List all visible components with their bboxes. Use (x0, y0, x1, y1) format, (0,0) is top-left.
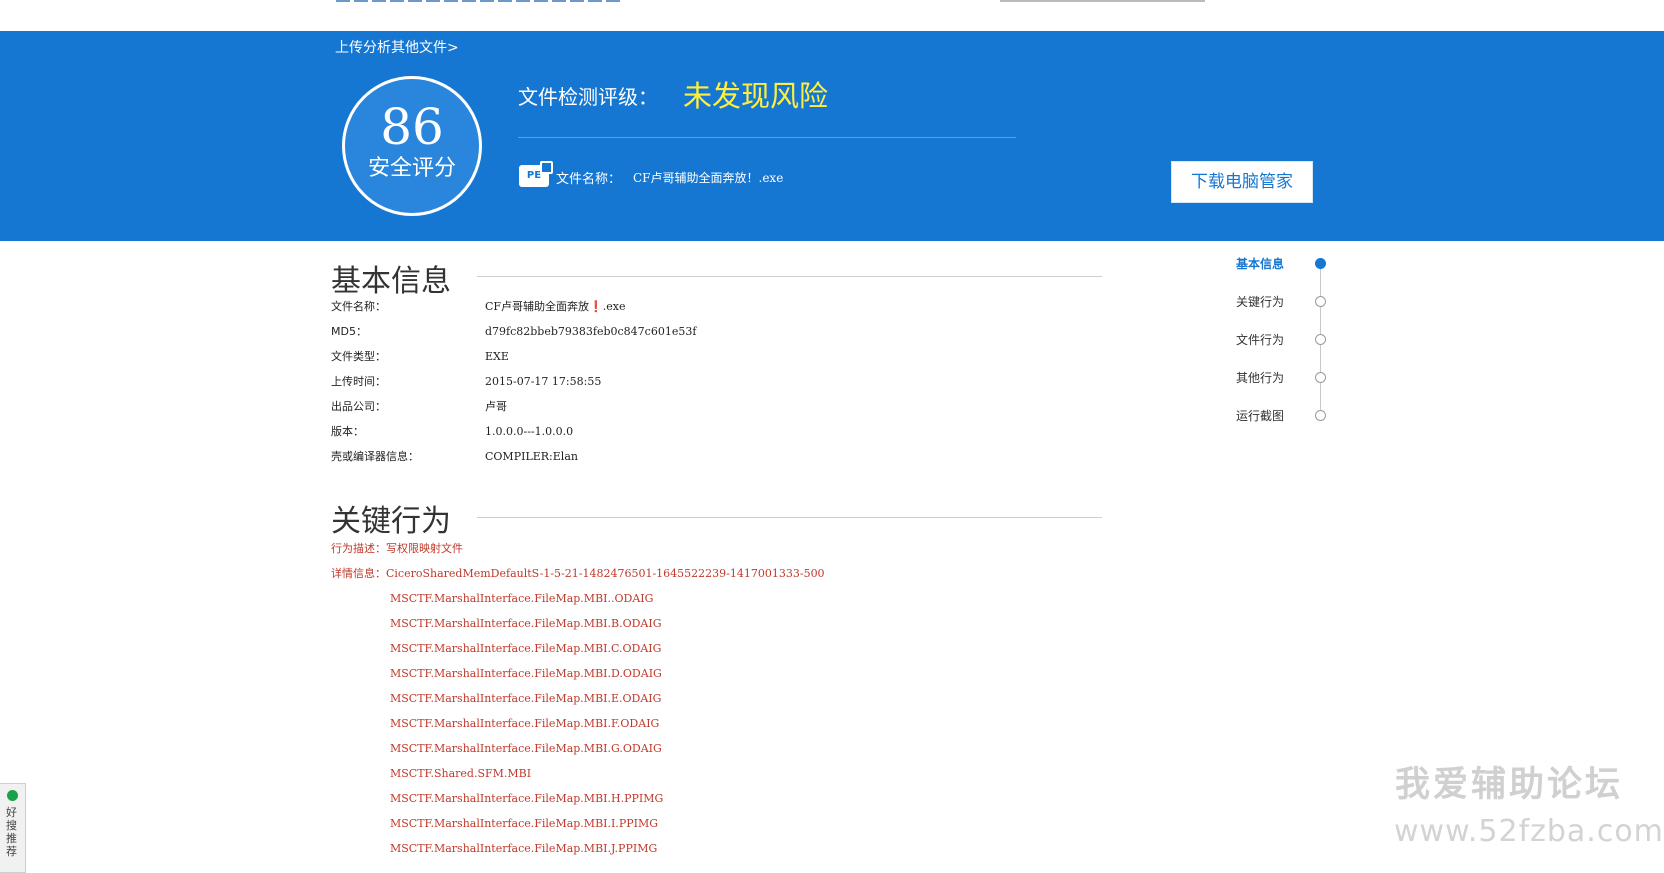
nav-item-label: 关键行为 (1236, 295, 1285, 309)
header-strip (0, 0, 1664, 31)
nav-item[interactable]: 文件行为 (1236, 331, 1346, 349)
search-box-cropped[interactable] (1000, 0, 1205, 2)
behavior-detail-first: 详情信息：CiceroSharedMemDefaultS-1-5-21-1482… (331, 566, 825, 582)
behavior-detail-line: MSCTF.MarshalInterface.FileMap.MBI..ODAI… (390, 592, 654, 605)
behavior-description: 行为描述：写权限映射文件 (331, 541, 463, 557)
behavior-detail-line: MSCTF.MarshalInterface.FileMap.MBI.E.ODA… (390, 692, 662, 705)
behavior-detail-line: MSCTF.MarshalInterface.FileMap.MBI.I.PPI… (390, 817, 659, 830)
behavior-detail-line: MSCTF.MarshalInterface.FileMap.MBI.D.ODA… (390, 667, 662, 680)
nav-dot-icon (1315, 258, 1326, 269)
status-dot-icon (7, 790, 18, 801)
haosou-recommend-tab[interactable]: 好搜推荐 (0, 783, 26, 873)
key-behavior-title: 关键行为 (331, 504, 451, 539)
nav-item[interactable]: 关键行为 (1236, 293, 1346, 311)
download-pc-manager-button[interactable]: 下载电脑管家 (1171, 161, 1313, 203)
banner-divider (518, 137, 1016, 138)
rating-label: 文件检测评级： (518, 85, 658, 109)
nav-item[interactable]: 基本信息 (1236, 255, 1346, 273)
behavior-detail-line: MSCTF.MarshalInterface.FileMap.MBI.B.ODA… (390, 617, 662, 630)
section-nav: 基本信息关键行为文件行为其他行为运行截图 (1225, 255, 1345, 435)
result-banner (0, 31, 1664, 241)
info-label: 出品公司： (331, 400, 386, 413)
file-name-value: CF卢哥辅助全面奔放！.exe (633, 171, 784, 185)
info-label: 文件名称： (331, 300, 386, 313)
score-value: 86 (380, 98, 444, 156)
behavior-detail-line: MSCTF.MarshalInterface.FileMap.MBI.H.PPI… (390, 792, 664, 805)
basic-info-divider (477, 276, 1102, 277)
rating-value: 未发现风险 (683, 79, 829, 113)
nav-item-label: 其他行为 (1236, 371, 1285, 385)
watermark-url: www.52fzba.com (1394, 814, 1664, 849)
behavior-desc-label: 行为描述： (331, 542, 386, 555)
nav-item-label: 文件行为 (1236, 333, 1285, 347)
score-label: 安全评分 (367, 156, 456, 181)
behavior-detail-line: MSCTF.MarshalInterface.FileMap.MBI.J.PPI… (390, 842, 658, 855)
behavior-detail-line: MSCTF.MarshalInterface.FileMap.MBI.C.ODA… (390, 642, 662, 655)
side-tab-label: 好搜推荐 (6, 806, 17, 858)
upload-other-file-link[interactable]: 上传分析其他文件> (335, 37, 459, 57)
info-value: 1.0.0.0---1.0.0.0 (485, 425, 574, 438)
basic-info-title: 基本信息 (331, 264, 451, 299)
behavior-detail-value: CiceroSharedMemDefaultS-1-5-21-148247650… (386, 567, 825, 580)
nav-item-label: 运行截图 (1236, 409, 1285, 423)
behavior-detail-line: MSCTF.MarshalInterface.FileMap.MBI.F.ODA… (390, 717, 660, 730)
behavior-desc-value: 写权限映射文件 (386, 542, 463, 555)
behavior-detail-line: MSCTF.MarshalInterface.FileMap.MBI.G.ODA… (390, 742, 662, 755)
info-value: 2015-07-17 17:58:55 (485, 375, 602, 388)
nav-item-label: 基本信息 (1236, 257, 1285, 271)
nav-dot-icon (1315, 410, 1326, 421)
info-label: MD5： (331, 325, 367, 338)
info-value: CF卢哥辅助全面奔放❗.exe (485, 300, 626, 313)
safety-score-circle: 86 安全评分 (342, 76, 482, 216)
info-label: 版本： (331, 425, 364, 438)
site-title-cropped (336, 0, 620, 2)
nav-dot-icon (1315, 334, 1326, 345)
info-label: 上传时间： (331, 375, 386, 388)
nav-item[interactable]: 运行截图 (1236, 407, 1346, 425)
pe-file-icon: PE (519, 161, 553, 187)
behavior-detail-line: MSCTF.Shared.SFM.MBI (390, 767, 532, 780)
nav-dot-icon (1315, 372, 1326, 383)
behavior-detail-label: 详情信息： (331, 567, 386, 580)
info-value: 卢哥 (485, 400, 507, 413)
file-name-label: 文件名称： (556, 172, 622, 187)
info-label: 壳或编译器信息： (331, 450, 419, 463)
info-value: EXE (485, 350, 509, 363)
key-behavior-divider (477, 517, 1102, 518)
info-value: COMPILER:Elan (485, 450, 578, 463)
watermark-text: 我爱辅助论坛 (1395, 765, 1624, 805)
nav-item[interactable]: 其他行为 (1236, 369, 1346, 387)
nav-dot-icon (1315, 296, 1326, 307)
info-label: 文件类型： (331, 350, 386, 363)
info-value: d79fc82bbeb79383feb0c847c601e53f (485, 325, 697, 338)
